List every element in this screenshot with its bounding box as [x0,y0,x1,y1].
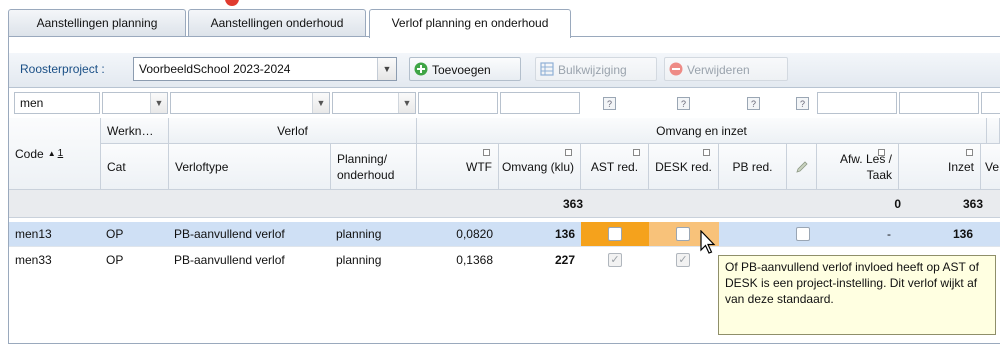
omvang-filter-input[interactable] [500,92,580,114]
row-verloftype: PB-aanvullend verlof [174,227,285,241]
extra-filter-input[interactable] [981,92,1000,114]
total-inzet: 363 [962,197,983,211]
header-verlof-group: Verlof [169,118,417,144]
tab-aanstellingen-onderhoud[interactable]: Aanstellingen onderhoud [188,9,366,36]
chevron-down-icon[interactable]: ▼ [312,93,329,113]
chevron-down-icon[interactable]: ▼ [377,58,396,80]
roosterproject-label: Roosterproject : [20,62,105,76]
wtf-menu-icon[interactable] [483,149,490,156]
roosterproject-select[interactable]: VoorbeeldSchool 2023-2024 ▼ [133,57,397,81]
desk-checkbox-checked[interactable]: ✓ [676,253,690,267]
omvang-menu-icon[interactable] [565,149,572,156]
row-planning: planning [336,253,382,267]
mouse-pointer-icon [700,230,716,254]
bulk-edit-button[interactable]: Bulkwijziging [535,57,657,81]
code-filter-value: men [20,96,44,110]
verloftype-filter-select[interactable]: ▼ [170,92,330,114]
inzet-menu-icon[interactable] [966,149,973,156]
cat-filter-select[interactable]: ▼ [102,92,168,114]
sort-index: 1 [57,148,64,159]
pb-filter-question-icon[interactable]: ? [747,97,760,110]
bulk-edit-label: Bulkwijziging [558,63,627,77]
row-code: men13 [15,227,52,241]
minus-circle-icon [669,62,683,76]
row-cat: OP [106,227,124,241]
header-note[interactable] [787,144,817,190]
pb-checkbox[interactable] [796,227,810,241]
header-extra-top [987,118,1000,144]
chevron-down-icon[interactable]: ▼ [398,93,415,113]
wtf-filter-input[interactable] [418,92,498,114]
row-verloftype: PB-aanvullend verlof [174,253,285,267]
code-filter-input[interactable]: men [14,92,100,114]
header-v[interactable]: Ve [981,144,1000,190]
ast-filter-question-icon[interactable]: ? [603,97,616,110]
ast-checkbox-checked[interactable]: ✓ [608,253,622,267]
header-inzet-label: Inzet [947,159,974,174]
row-inzet: 136 [952,227,973,241]
total-afw: 0 [894,197,901,211]
header-afw[interactable]: Afw. Les / Taak [817,144,899,190]
row-wtf: 0,0820 [456,227,493,241]
afw-menu-icon[interactable] [878,149,885,156]
tooltip: Of PB-aanvullend verlof invloed heeft op… [718,255,996,335]
desk-filter-question-icon[interactable]: ? [677,97,690,110]
table-grid-icon [540,62,554,76]
chevron-down-icon[interactable]: ▼ [150,93,167,113]
header-desk-label: DESK red. [655,159,712,174]
ast-cell-highlight[interactable] [581,222,649,246]
table-row[interactable]: men13 OP PB-aanvullend verlof planning 0… [9,222,1000,247]
pencil-icon [795,160,808,173]
header-wtf-label: WTF [466,159,492,174]
delete-button[interactable]: Verwijderen [664,57,788,81]
total-omvang: 363 [562,197,583,211]
row-omvang: 227 [554,253,575,267]
delete-button-label: Verwijderen [687,63,750,77]
row-afw: - [887,227,891,241]
afw-filter-input[interactable] [817,92,897,114]
header-werkn[interactable]: Werkn… [101,118,169,144]
add-button-label: Toevoegen [432,63,491,77]
row-code: men33 [15,253,52,267]
add-button[interactable]: Toevoegen [409,57,521,81]
plus-circle-icon [414,62,428,76]
header-planning-onderhoud[interactable]: Planning/ onderhoud [331,144,417,190]
tab-verlof-planning-onderhoud[interactable]: Verlof planning en onderhoud [369,9,571,38]
desk-menu-icon[interactable] [703,149,710,156]
roosterproject-value: VoorbeeldSchool 2023-2024 [139,62,291,76]
row-planning: planning [336,227,382,241]
tab-aanstellingen-planning[interactable]: Aanstellingen planning [8,9,186,36]
row-cat: OP [106,253,124,267]
header-verloftype[interactable]: Verloftype [169,144,331,190]
header-code-label: Code [15,146,44,161]
header-omvang-inzet-group: Omvang en inzet [417,118,987,144]
notification-badge-fragment [225,0,239,6]
header-pb-red[interactable]: PB red. [719,144,787,190]
ast-menu-icon[interactable] [633,149,640,156]
header-ast-label: AST red. [590,159,639,174]
totals-row: 363 0 363 [9,190,1000,218]
note-filter-question-icon[interactable]: ? [796,97,809,110]
planning-filter-select[interactable]: ▼ [332,92,416,114]
desk-checkbox[interactable] [676,227,690,241]
header-cat[interactable]: Cat [101,144,169,190]
row-omvang: 136 [554,227,575,241]
ast-checkbox[interactable] [608,227,622,241]
header-code[interactable]: Code ▲ 1 [9,118,101,190]
row-wtf: 0,1368 [456,253,493,267]
header-omvang-label: Omvang (klu) [501,159,574,174]
sort-ascending-icon: ▲ [47,149,56,158]
inzet-filter-input[interactable] [899,92,979,114]
